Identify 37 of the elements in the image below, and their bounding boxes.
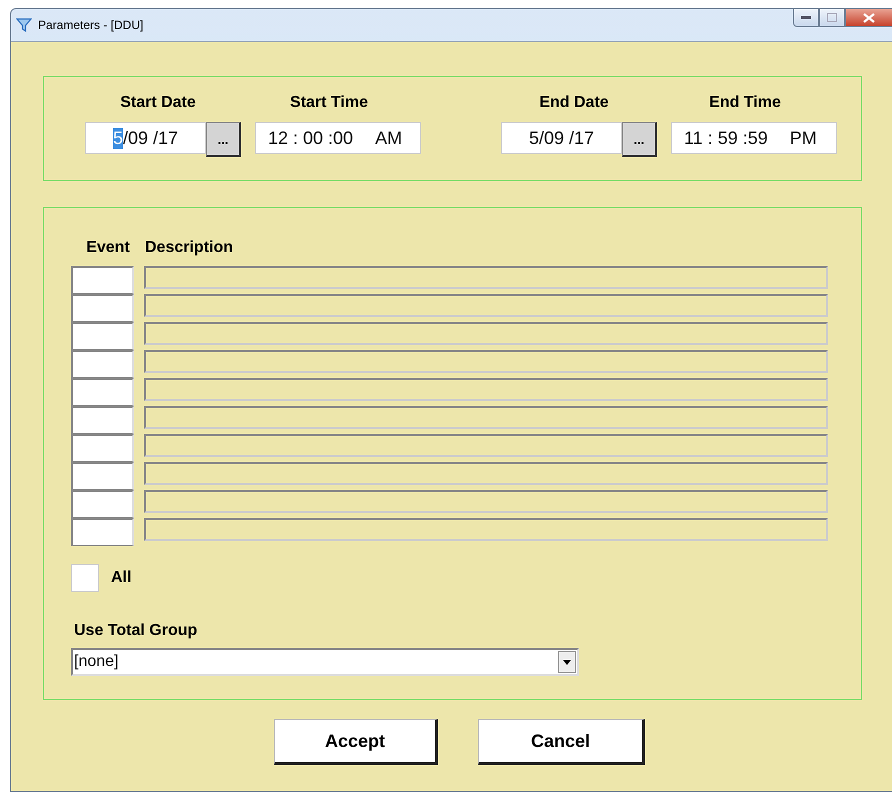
- event-field[interactable]: [71, 322, 134, 350]
- event-field[interactable]: [71, 406, 134, 434]
- date-field[interactable]: 5/09 /17: [501, 122, 622, 154]
- minimize-button[interactable]: [793, 8, 819, 27]
- cancel-button[interactable]: Cancel: [478, 719, 645, 765]
- maximize-icon: [827, 13, 837, 22]
- caret-icon: [558, 651, 576, 673]
- checkbox-label: All: [111, 569, 132, 587]
- minimize-icon: [801, 16, 811, 20]
- event-field[interactable]: [71, 294, 134, 322]
- column-header: Event: [85, 239, 131, 258]
- all-checkbox[interactable]: [71, 564, 99, 592]
- event-field[interactable]: [71, 350, 134, 378]
- total-group-dropdown[interactable]: [none]: [71, 648, 579, 676]
- field-label: Start Time: [290, 94, 368, 113]
- date-field[interactable]: 5/09 /17: [85, 122, 206, 154]
- event-field[interactable]: [71, 434, 134, 462]
- column-header: Description: [145, 239, 234, 258]
- event-field[interactable]: [71, 378, 134, 406]
- field-label: End Time: [709, 94, 781, 113]
- time-field[interactable]: 12 : 00 :00 AM: [255, 122, 421, 154]
- date-picker-button[interactable]: ...: [622, 122, 657, 157]
- window-title: Parameters - [DDU]: [38, 18, 144, 32]
- event-field[interactable]: [71, 490, 134, 518]
- event-field[interactable]: [71, 462, 134, 490]
- time-field[interactable]: 11 : 59 :59 PM: [671, 122, 837, 154]
- close-icon: [863, 12, 875, 22]
- event-field[interactable]: [71, 266, 134, 294]
- funnel-icon: [16, 17, 32, 33]
- accept-button[interactable]: Accept: [274, 719, 438, 765]
- field-label: Start Date: [120, 94, 196, 113]
- close-button[interactable]: [845, 8, 892, 27]
- date-picker-button[interactable]: ...: [206, 122, 241, 157]
- field-label: End Date: [539, 94, 609, 113]
- event-field[interactable]: [71, 518, 134, 546]
- maximize-button[interactable]: [819, 8, 845, 27]
- field-label: Use Total Group: [74, 622, 198, 640]
